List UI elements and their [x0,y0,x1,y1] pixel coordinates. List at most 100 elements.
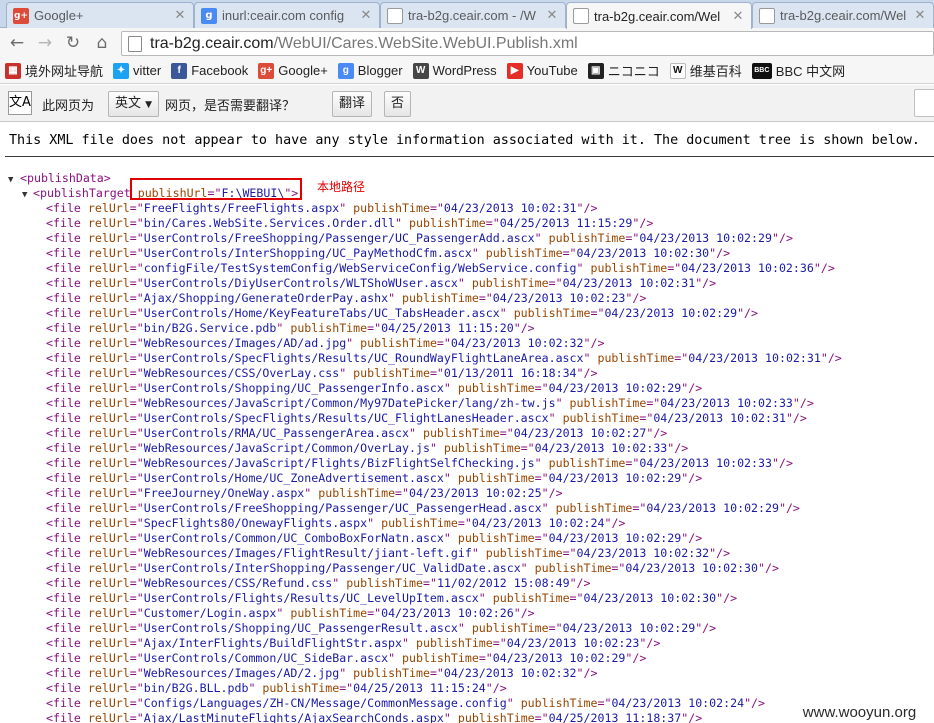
close-icon[interactable]: ✕ [731,9,745,24]
attr-name: publishTime [555,501,633,515]
address-bar[interactable]: tra-b2g.ceair.com/WebUI/Cares.WebSite.We… [121,31,934,56]
collapse-arrow-icon[interactable]: ▼ [22,188,27,203]
tag-name: file [52,591,81,605]
language-select[interactable]: 英文 ▼ [108,91,160,117]
tag-name: file [52,216,81,230]
xml-file-line: <file relUrl="SpecFlights80/OnewayFlight… [46,516,626,530]
bookmark-0[interactable]: ▦ 境外网址导航 [5,61,103,80]
attr-value: UserControls/DiyUserControls/WLTShoWUser… [143,276,458,290]
translate-prefix: 此网页为 [42,99,95,114]
bookmark-label: BBC 中文网 [775,64,846,79]
attr-value: UserControls/Flights/Results/UC_LevelUpI… [143,591,479,605]
home-icon[interactable]: ⌂ [92,33,112,53]
bookmark-2[interactable]: f Facebook [171,62,249,79]
tag-name: file [52,546,81,560]
attr-value: UserControls/RMA/UC_PassengerArea.ascx [143,426,409,440]
attr-name: publishTime [548,231,626,245]
attr-name: publishTime [457,471,535,485]
browser-toolbar: ← → ↻ ⌂ tra-b2g.ceair.com/WebUI/Cares.We… [0,28,934,58]
tab-ceair-publish-xml[interactable]: tra-b2g.ceair.com/Wel ✕ [566,2,752,29]
translate-button[interactable]: 翻译 [332,91,373,117]
divider [5,156,934,157]
attr-value: 04/23/2013 10:02:30 [583,591,717,605]
attr-value: UserControls/SpecFlights/Results/UC_Roun… [143,351,584,365]
tag-name: file [52,576,81,590]
attr-value: 04/23/2013 10:02:23 [492,291,626,305]
attr-value: 04/23/2013 10:02:36 [681,261,814,275]
xml-file-line: <file relUrl="UserControls/Common/UC_Sid… [46,651,647,665]
attr-name: relUrl [87,366,130,380]
attr-name: relUrl [87,561,130,575]
close-icon[interactable]: ✕ [359,8,373,23]
bookmark-6[interactable]: ▶ YouTube [506,62,578,79]
google-plus-icon: g+ [258,62,275,79]
attr-value: Customer/Login.aspx [143,606,277,620]
attr-name: publishTime [597,351,675,365]
settings-box[interactable] [914,89,934,117]
tab-ceair-dir[interactable]: tra-b2g.ceair.com - /W ✕ [380,2,566,28]
attr-name: relUrl [87,666,130,680]
attr-value: WebResources/Images/AD/2.jpg [143,666,340,680]
xml-file-line: <file relUrl="UserControls/RMA/UC_Passen… [46,426,668,440]
close-icon[interactable]: ✕ [913,8,927,23]
bookmark-3[interactable]: g+ Google+ [258,62,328,79]
tag-name: file [52,666,81,680]
translate-question: 网页，是否需要翻译？ [165,99,296,114]
attr-value: 04/23/2013 10:02:29 [548,531,682,545]
attr-value: FreeJourney/OneWay.aspx [143,486,305,500]
no-button[interactable]: 否 [384,91,412,117]
attr-value: 04/23/2013 10:02:27 [513,426,647,440]
attr-name: relUrl [87,696,130,710]
attr-name: publishTime [457,381,535,395]
bookmark-label: 维基百科 [689,64,742,79]
attr-name: relUrl [87,651,130,665]
attr-value: 04/23/2013 10:02:31 [653,411,786,425]
twitter-bird-icon: ✦ [113,62,130,79]
bookmark-label: 境外网址导航 [25,64,104,79]
tab-google-search[interactable]: g inurl:ceair.com config ✕ [194,2,380,28]
bbc-icon: BBC [751,62,772,79]
attr-value: 04/23/2013 10:02:33 [639,456,772,470]
attr-name: relUrl [87,516,130,530]
xml-file-line: <file relUrl="UserControls/InterShopping… [46,246,731,260]
forward-icon[interactable]: → [35,33,55,53]
attr-value: SpecFlights80/OnewayFlights.aspx [143,516,368,530]
bookmark-1[interactable]: ✦ vitter [113,62,161,79]
bookmark-9[interactable]: BBC BBC 中文网 [751,61,846,80]
url-path: /WebUI/Cares.WebSite.WebUI.Publish.xml [273,34,578,52]
attr-name: relUrl [87,411,130,425]
attr-name: publishTime [562,411,640,425]
attr-name: relUrl [87,396,130,410]
attr-name: relUrl [87,456,130,470]
bookmarks-bar: ▦ 境外网址导航 ✦ vitter f Facebook g+ Google+ g Blogger… [0,58,934,84]
attr-name: relUrl [87,471,130,485]
dropdown-arrow-icon: ▼ [145,100,153,110]
attr-name: publishTime [262,681,340,695]
tab-google-plus[interactable]: g+ Google+ ✕ [6,2,194,28]
xml-file-line: <file relUrl="FreeJourney/OneWay.aspx" p… [46,486,563,500]
attr-value: WebResources/JavaScript/Common/My97DateP… [143,396,556,410]
close-icon[interactable]: ✕ [173,8,187,23]
translate-icon: 文A [8,91,32,115]
collapse-arrow-icon[interactable]: ▼ [8,173,13,188]
bookmark-8[interactable]: W 维基百科 [669,61,742,80]
bookmark-label: Facebook [191,63,249,78]
attr-name: relUrl [87,321,130,335]
tab-ceair-other[interactable]: tra-b2g.ceair.com/Wel ✕ [752,2,934,28]
tag-name: file [52,456,81,470]
attr-name: publishTime [520,696,598,710]
attr-value: 04/23/2013 10:02:33 [660,396,793,410]
bookmark-4[interactable]: g Blogger [337,62,403,79]
attr-name: publishTime [353,366,430,380]
bookmark-5[interactable]: W WordPress [412,62,497,79]
close-icon[interactable]: ✕ [545,8,559,23]
back-icon[interactable]: ← [7,33,27,53]
address-url[interactable]: tra-b2g.ceair.com/WebUI/Cares.WebSite.We… [150,35,578,53]
bookmark-7[interactable]: ▣ ニコニコ [587,61,660,80]
attr-name: relUrl [87,426,130,440]
reload-icon[interactable]: ↻ [63,33,83,53]
xml-file-line: <file relUrl="UserControls/SpecFlights/R… [46,411,807,425]
attr-value: 04/23/2013 10:02:32 [450,336,584,350]
xml-file-line: <file relUrl="UserControls/Flights/Resul… [46,591,738,605]
attr-value: WebResources/JavaScript/Common/OverLay.j… [143,441,430,455]
